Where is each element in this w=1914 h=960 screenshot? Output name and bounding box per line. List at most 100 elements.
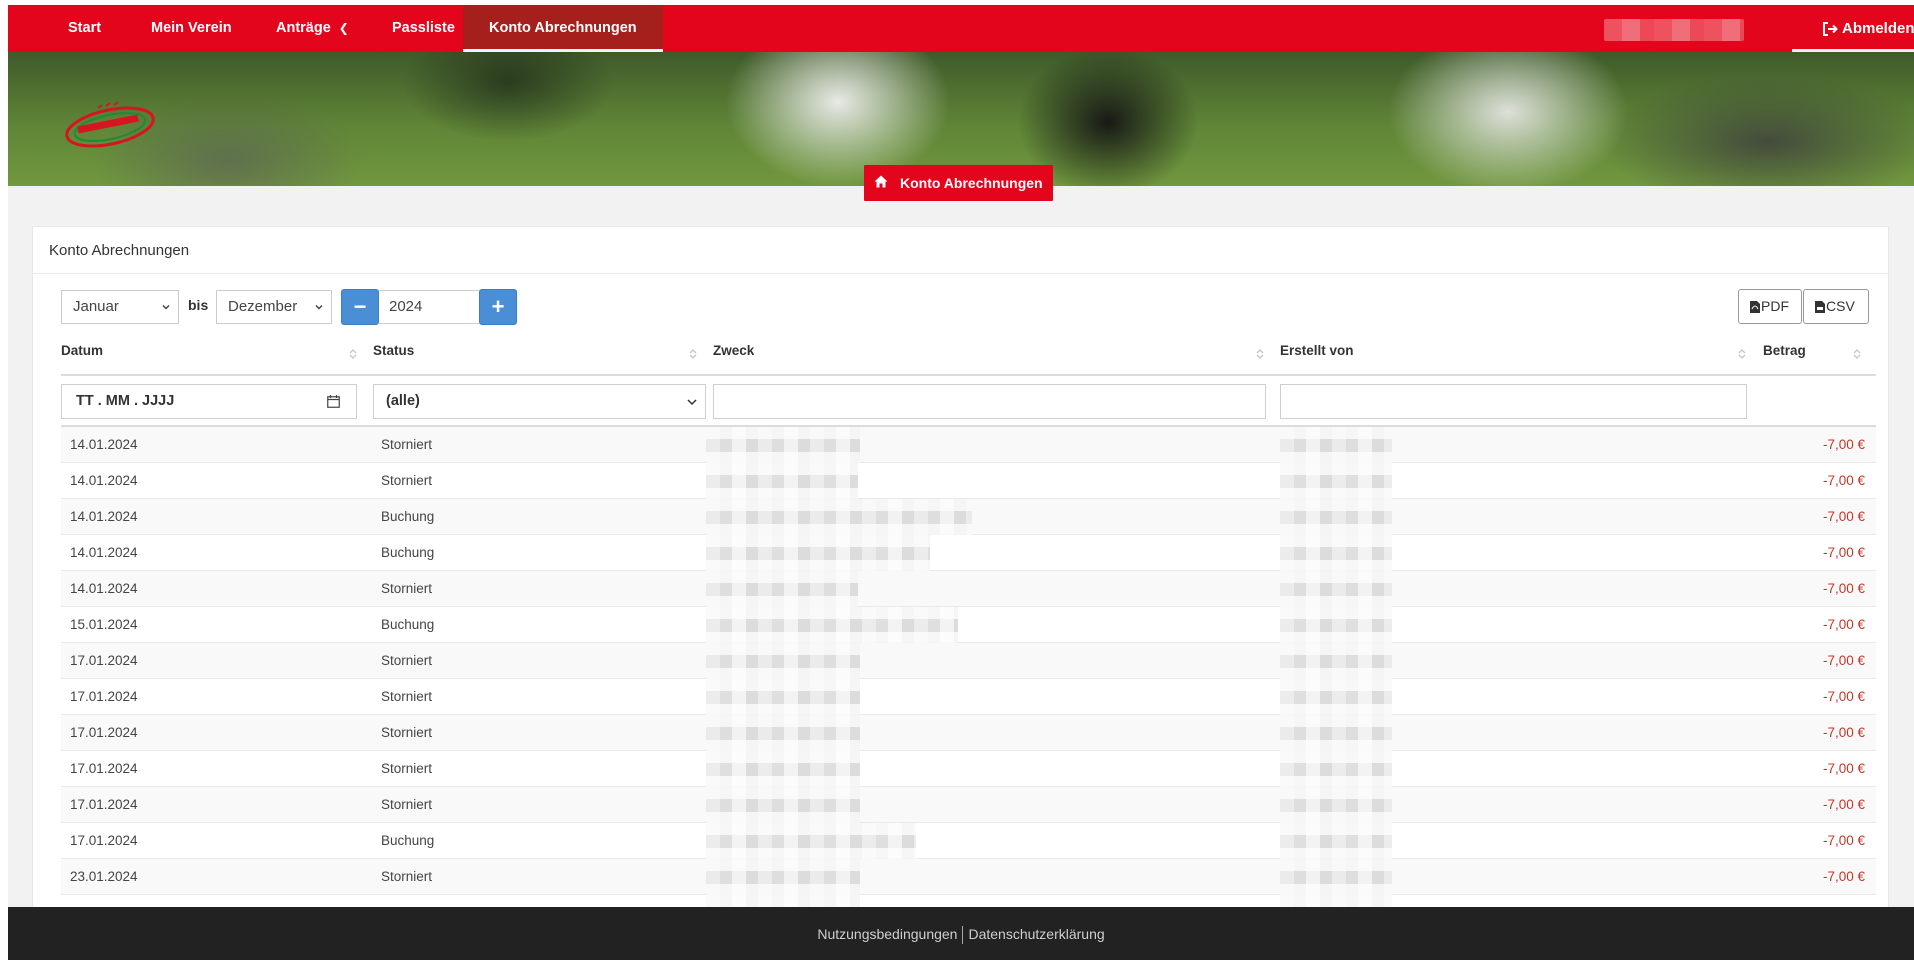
cell-betrag: -7,00 € bbox=[1822, 617, 1865, 632]
cell-status: Storniert bbox=[381, 653, 433, 668]
column-header-zweck[interactable]: Zweck bbox=[713, 343, 754, 363]
sort-icon[interactable] bbox=[689, 348, 697, 360]
cell-betrag: -7,00 € bbox=[1822, 473, 1865, 488]
table-row[interactable]: 17.01.2024 Storniert -7,00 € bbox=[61, 679, 1876, 715]
cell-zweck-redacted bbox=[706, 859, 860, 895]
cell-datum: 14.01.2024 bbox=[70, 509, 138, 524]
cell-betrag: -7,00 € bbox=[1822, 833, 1865, 848]
sort-icon[interactable] bbox=[1256, 348, 1264, 360]
calendar-icon[interactable] bbox=[327, 395, 340, 408]
cell-erstellt-von-redacted bbox=[1280, 427, 1392, 463]
zweck-filter-input[interactable] bbox=[713, 384, 1266, 419]
column-header-betrag[interactable]: Betrag bbox=[1763, 343, 1806, 363]
table-row[interactable]: 14.01.2024 Storniert -7,00 € bbox=[61, 463, 1876, 499]
file-pdf-icon bbox=[1750, 301, 1760, 313]
breadcrumb[interactable]: Konto Abrechnungen bbox=[864, 165, 1053, 201]
cell-betrag: -7,00 € bbox=[1822, 653, 1865, 668]
cell-zweck-redacted bbox=[706, 823, 916, 859]
cell-betrag: -7,00 € bbox=[1822, 725, 1865, 740]
cell-datum: 17.01.2024 bbox=[70, 725, 138, 740]
table-row[interactable]: 14.01.2024 Buchung -7,00 € bbox=[61, 535, 1876, 571]
sort-icon[interactable] bbox=[349, 348, 357, 360]
table-row[interactable]: 23.01.2024 Storniert -7,00 € bbox=[61, 859, 1876, 895]
user-name-redacted[interactable] bbox=[1604, 19, 1744, 41]
nav-item-start[interactable]: Start bbox=[42, 5, 127, 52]
to-month-select[interactable]: Dezember bbox=[216, 290, 332, 324]
cell-erstellt-von-redacted bbox=[1280, 715, 1392, 751]
cell-betrag: -7,00 € bbox=[1822, 509, 1865, 524]
year-input[interactable]: 2024 bbox=[379, 290, 479, 324]
cell-zweck-redacted bbox=[706, 715, 860, 751]
cell-erstellt-von-redacted bbox=[1280, 535, 1392, 571]
cell-zweck-redacted bbox=[706, 427, 860, 463]
club-logo[interactable] bbox=[58, 100, 158, 152]
cell-datum: 14.01.2024 bbox=[70, 437, 138, 452]
cell-erstellt-von-redacted bbox=[1280, 571, 1392, 607]
pdf-label: PDF bbox=[1761, 298, 1789, 314]
cell-betrag: -7,00 € bbox=[1822, 869, 1865, 884]
export-csv-button[interactable]: CSV bbox=[1803, 289, 1869, 324]
chevron-down-icon bbox=[315, 304, 323, 310]
export-pdf-button[interactable]: PDF bbox=[1738, 289, 1802, 324]
cell-datum: 23.01.2024 bbox=[70, 869, 138, 884]
cell-status: Buchung bbox=[381, 545, 435, 560]
nav-item-antraege[interactable]: Anträge ❮ bbox=[250, 5, 375, 52]
cell-zweck-redacted bbox=[706, 535, 930, 571]
column-header-status[interactable]: Status bbox=[373, 343, 414, 363]
breadcrumb-label: Konto Abrechnungen bbox=[900, 175, 1043, 191]
cell-zweck-redacted bbox=[706, 679, 860, 715]
chevron-down-icon bbox=[162, 304, 170, 310]
cell-erstellt-von-redacted bbox=[1280, 859, 1392, 895]
cell-status: Storniert bbox=[381, 761, 433, 776]
from-month-select[interactable]: Januar bbox=[61, 290, 179, 324]
table-row[interactable]: 17.01.2024 Storniert -7,00 € bbox=[61, 751, 1876, 787]
date-filter-input[interactable]: TT . MM . JJJJ bbox=[61, 384, 357, 419]
table-row[interactable]: 17.01.2024 Storniert -7,00 € bbox=[61, 787, 1876, 823]
cell-betrag: -7,00 € bbox=[1822, 689, 1865, 704]
column-header-erstellt-von[interactable]: Erstellt von bbox=[1280, 343, 1354, 363]
terms-link[interactable]: Nutzungsbedingungen bbox=[817, 926, 957, 942]
sort-icon[interactable] bbox=[1738, 348, 1746, 360]
table-row[interactable]: 15.01.2024 Buchung -7,00 € bbox=[61, 607, 1876, 643]
table-row[interactable]: 17.01.2024 Storniert -7,00 € bbox=[61, 715, 1876, 751]
year-decrement-button[interactable]: − bbox=[341, 289, 379, 325]
cell-status: Storniert bbox=[381, 581, 433, 596]
privacy-link[interactable]: Datenschutzerklärung bbox=[968, 926, 1104, 942]
bis-label: bis bbox=[188, 297, 209, 313]
from-month-value: Januar bbox=[73, 298, 119, 315]
cell-erstellt-von-redacted bbox=[1280, 751, 1392, 787]
cell-erstellt-von-redacted bbox=[1280, 823, 1392, 859]
page-footer: Nutzungsbedingungen Datenschutzerklärung bbox=[8, 907, 1914, 960]
chevron-down-icon bbox=[687, 399, 697, 406]
cell-erstellt-von-redacted bbox=[1280, 499, 1392, 535]
table-row[interactable]: 14.01.2024 Buchung -7,00 € bbox=[61, 499, 1876, 535]
sign-out-icon bbox=[1823, 22, 1838, 36]
panel-title: Konto Abrechnungen bbox=[33, 227, 1888, 274]
cell-zweck-redacted bbox=[706, 571, 858, 607]
nav-item-label: Passliste bbox=[392, 20, 455, 36]
table-row[interactable]: 17.01.2024 Buchung -7,00 € bbox=[61, 823, 1876, 859]
cell-betrag: -7,00 € bbox=[1822, 581, 1865, 596]
cell-datum: 14.01.2024 bbox=[70, 473, 138, 488]
cell-erstellt-von-redacted bbox=[1280, 787, 1392, 823]
table-row[interactable]: 14.01.2024 Storniert -7,00 € bbox=[61, 571, 1876, 607]
table-row[interactable]: 14.01.2024 Storniert -7,00 € bbox=[61, 427, 1876, 463]
cell-status: Storniert bbox=[381, 689, 433, 704]
sort-icon[interactable] bbox=[1853, 348, 1861, 360]
logout-button[interactable]: Abmelden bbox=[1792, 5, 1914, 52]
cell-status: Storniert bbox=[381, 437, 433, 452]
cell-datum: 17.01.2024 bbox=[70, 797, 138, 812]
cell-status: Buchung bbox=[381, 509, 435, 524]
nav-item-label: Mein Verein bbox=[151, 20, 232, 36]
nav-item-konto-abrechnungen[interactable]: Konto Abrechnungen bbox=[463, 5, 663, 52]
erstellt-von-filter-input[interactable] bbox=[1280, 384, 1747, 419]
nav-item-mein-verein[interactable]: Mein Verein bbox=[125, 5, 258, 52]
table-row[interactable]: 17.01.2024 Storniert -7,00 € bbox=[61, 643, 1876, 679]
nav-item-label: Start bbox=[68, 20, 102, 36]
year-increment-button[interactable]: + bbox=[479, 289, 517, 325]
top-navbar: Start Mein Verein Anträge ❮ Passliste Kon… bbox=[8, 5, 1914, 52]
home-icon bbox=[874, 175, 888, 188]
column-header-datum[interactable]: Datum bbox=[61, 343, 103, 363]
logout-label: Abmelden bbox=[1842, 20, 1914, 37]
status-filter-select[interactable]: (alle) bbox=[373, 384, 706, 419]
